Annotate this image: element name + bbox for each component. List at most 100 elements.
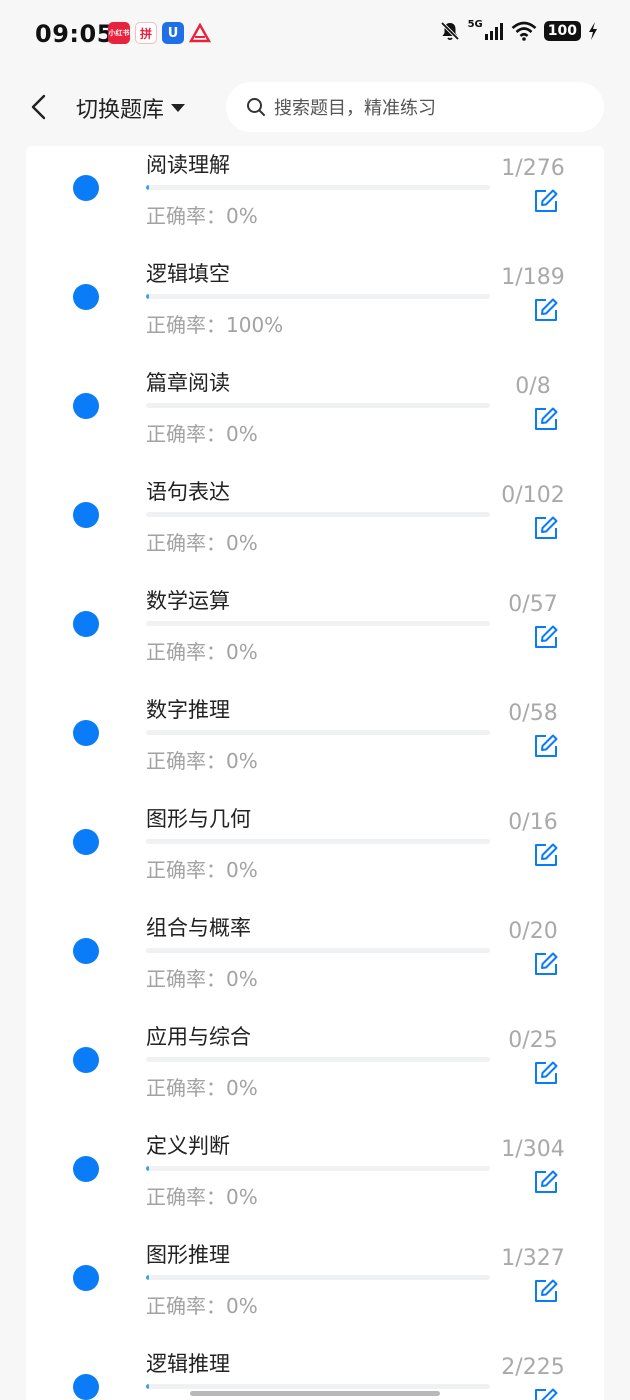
accuracy-label: 正确率： [146,967,226,991]
category-row[interactable]: 逻辑填空 正确率：100% 1/189 [26,255,604,364]
category-row[interactable]: 图形与几何 正确率：0% 0/16 [26,800,604,909]
progress-bar-fill [146,1275,149,1280]
edit-note-icon [535,952,558,975]
accuracy-value: 0% [226,640,258,664]
accuracy-text: 正确率：0% [146,636,258,665]
charging-bolt-icon [589,22,597,40]
edit-note-icon [535,298,558,321]
category-row[interactable]: 阅读理解 正确率：0% 1/276 [26,146,604,255]
accuracy-label: 正确率： [146,1185,226,1209]
accuracy-text: 正确率：0% [146,1290,258,1319]
category-dot-icon [73,829,99,855]
question-count: 0/58 [508,701,558,726]
accuracy-value: 0% [226,749,258,773]
progress-bar [146,1166,490,1171]
question-count: 0/25 [508,1028,558,1053]
category-row[interactable]: 数学运算 正确率：0% 0/57 [26,582,604,691]
question-count: 1/304 [501,1137,565,1162]
category-row[interactable]: 组合与概率 正确率：0% 0/20 [26,909,604,1018]
accuracy-label: 正确率： [146,422,226,446]
accuracy-label: 正确率： [146,749,226,773]
practice-button[interactable] [533,624,559,650]
progress-bar-fill [146,185,149,190]
accuracy-value: 0% [226,204,258,228]
question-count: 1/189 [501,265,565,290]
search-placeholder: 搜索题目，精准练习 [274,98,436,119]
progress-bar [146,512,490,517]
practice-button[interactable] [533,406,559,432]
category-row[interactable]: 应用与综合 正确率：0% 0/25 [26,1018,604,1127]
practice-button[interactable] [533,1169,559,1195]
edit-note-icon [535,1170,558,1193]
category-name: 定义判断 [146,1134,230,1158]
progress-bar [146,730,490,735]
practice-button[interactable] [533,1387,559,1400]
chevron-left-icon [31,94,46,120]
question-count: 0/20 [508,919,558,944]
xiaohongshu-app-icon: 小红书 [108,22,130,44]
battery-indicator: 100 [543,21,581,41]
category-name: 数字推理 [146,698,230,722]
search-icon [247,98,265,116]
category-row[interactable]: 语句表达 正确率：0% 0/102 [26,473,604,582]
progress-bar [146,185,490,190]
question-count: 0/16 [508,810,558,835]
category-dot-icon [73,1156,99,1182]
header: 切换题库 搜索题目，精准练习 [0,68,630,146]
bell-muted-icon [440,21,459,41]
practice-button[interactable] [533,1060,559,1086]
category-row[interactable]: 定义判断 正确率：0% 1/304 [26,1127,604,1236]
edit-note-icon [535,1388,558,1400]
practice-button[interactable] [533,297,559,323]
practice-button[interactable] [533,951,559,977]
question-count: 0/8 [515,374,551,399]
switch-question-bank-button[interactable]: 切换题库 [76,92,186,124]
edit-note-icon [535,843,558,866]
practice-button[interactable] [533,842,559,868]
category-name: 组合与概率 [146,916,251,940]
accuracy-label: 正确率： [146,858,226,882]
category-dot-icon [73,502,99,528]
edit-note-icon [535,625,558,648]
accuracy-text: 正确率：0% [146,745,258,774]
category-name: 阅读理解 [146,153,230,177]
edit-note-icon [535,516,558,539]
practice-button[interactable] [533,733,559,759]
accuracy-text: 正确率：0% [146,418,258,447]
category-name: 图形推理 [146,1243,230,1267]
practice-button[interactable] [533,515,559,541]
u-app-icon: U [162,22,184,44]
page-title: 切换题库 [76,98,165,123]
edit-note-icon [535,1279,558,1302]
status-bar: 09:05 小红书 拼 U 5G 100 [0,0,630,68]
accuracy-text: 正确率：0% [146,1072,258,1101]
network-type-label: 5G [467,18,483,30]
status-time: 09:05 [35,20,114,48]
category-dot-icon [73,1265,99,1291]
category-row[interactable]: 数字推理 正确率：0% 0/58 [26,691,604,800]
accuracy-label: 正确率： [146,204,226,228]
accuracy-label: 正确率： [146,313,226,337]
category-name: 逻辑推理 [146,1352,230,1376]
category-dot-icon [73,393,99,419]
search-input[interactable]: 搜索题目，精准练习 [226,82,604,132]
question-count: 0/57 [508,592,558,617]
edit-note-icon [535,734,558,757]
practice-button[interactable] [533,188,559,214]
accuracy-value: 0% [226,531,258,555]
status-right: 5G 100 [439,18,598,42]
category-row[interactable]: 篇章阅读 正确率：0% 0/8 [26,364,604,473]
progress-bar [146,1384,490,1389]
category-name: 语句表达 [146,480,230,504]
accuracy-value: 0% [226,1076,258,1100]
category-row[interactable]: 图形推理 正确率：0% 1/327 [26,1236,604,1345]
accuracy-label: 正确率： [146,531,226,555]
progress-bar [146,948,490,953]
practice-button[interactable] [533,1278,559,1304]
back-button[interactable] [26,92,52,122]
status-app-icons: 小红书 拼 U [108,22,211,44]
accuracy-text: 正确率：0% [146,963,258,992]
question-count: 2/225 [501,1355,565,1380]
accuracy-value: 0% [226,1185,258,1209]
progress-bar-fill [146,294,149,299]
